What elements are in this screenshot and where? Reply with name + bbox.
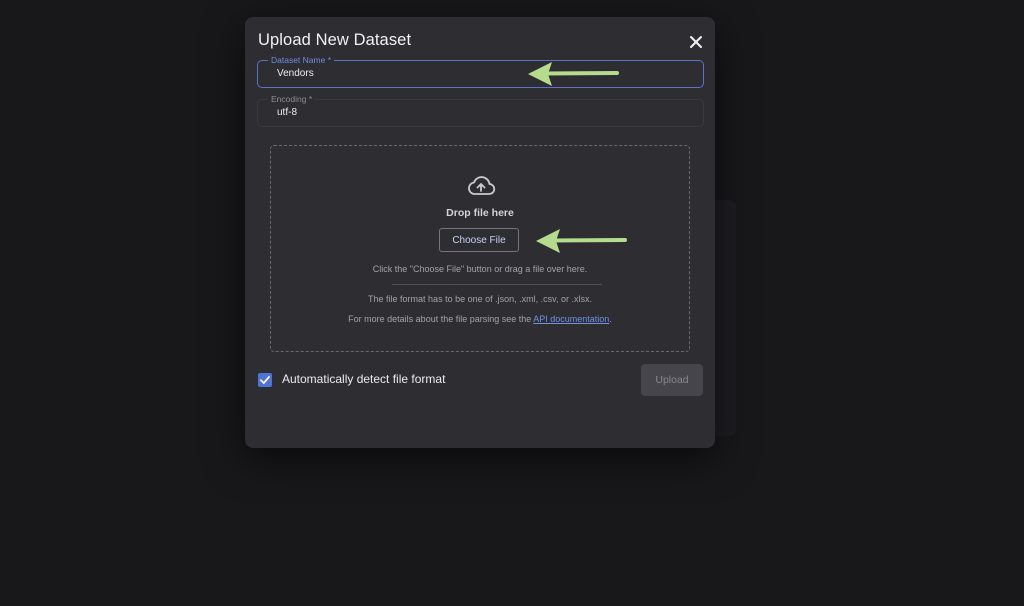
- details-note: For more details about the file parsing …: [348, 314, 612, 324]
- encoding-field[interactable]: Encoding * utf-8: [257, 94, 704, 127]
- auto-detect-checkbox[interactable]: [258, 373, 272, 387]
- annotation-arrow-icon: [536, 229, 627, 253]
- drop-hint: Click the "Choose File" button or drag a…: [372, 264, 588, 274]
- drop-title: Drop file here: [446, 207, 514, 219]
- dataset-name-field[interactable]: Dataset Name * Vendors: [257, 55, 704, 88]
- api-documentation-link[interactable]: API documentation: [533, 314, 609, 324]
- upload-button[interactable]: Upload: [641, 364, 703, 396]
- choose-file-button[interactable]: Choose File: [439, 228, 519, 252]
- auto-detect-label[interactable]: Automatically detect file format: [282, 372, 445, 386]
- close-icon[interactable]: [685, 31, 707, 53]
- checkmark-icon: [260, 376, 270, 384]
- annotation-arrow-icon: [528, 62, 619, 86]
- dialog-title: Upload New Dataset: [258, 31, 412, 49]
- divider: [392, 284, 602, 285]
- cloud-upload-icon: [466, 175, 496, 197]
- encoding-value: utf-8: [277, 107, 298, 118]
- format-note: The file format has to be one of .json, …: [368, 294, 592, 304]
- upload-dataset-dialog: Upload New Dataset Dataset Name * Vendor…: [245, 17, 715, 448]
- dataset-name-value: Vendors: [277, 68, 314, 79]
